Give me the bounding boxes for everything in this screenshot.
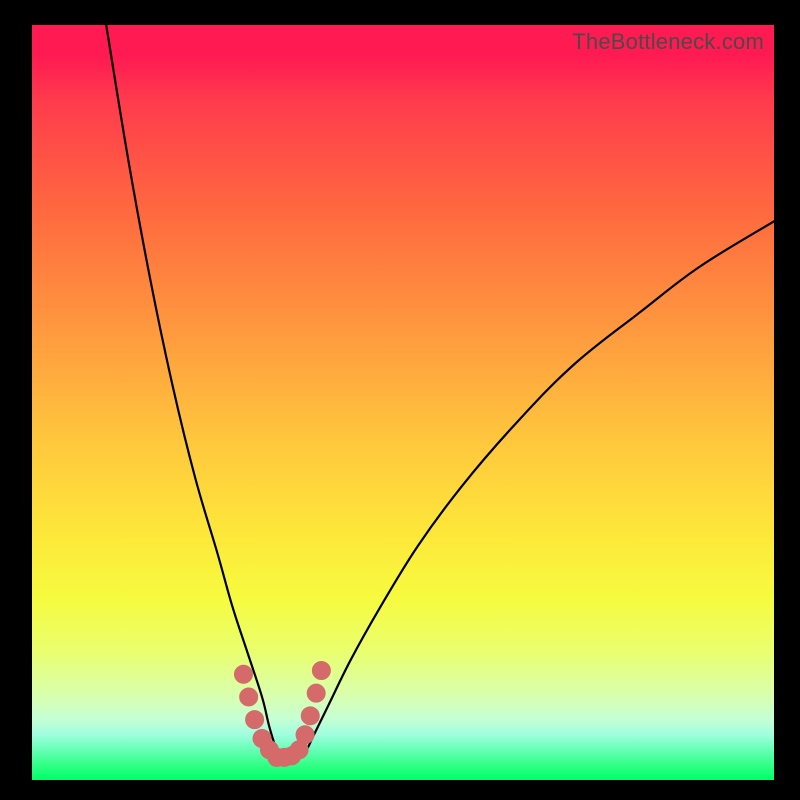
bottleneck-curve [106,25,774,758]
bottleneck-curve-svg [32,25,774,780]
highlight-marker [296,726,314,744]
highlight-marker [312,662,330,680]
highlight-marker [307,684,325,702]
highlight-marker [234,665,252,683]
highlight-markers [234,662,330,767]
plot-area: TheBottleneck.com [32,25,774,780]
chart-frame: TheBottleneck.com [0,0,800,800]
highlight-marker [301,707,319,725]
highlight-marker [246,711,264,729]
highlight-marker [240,688,258,706]
